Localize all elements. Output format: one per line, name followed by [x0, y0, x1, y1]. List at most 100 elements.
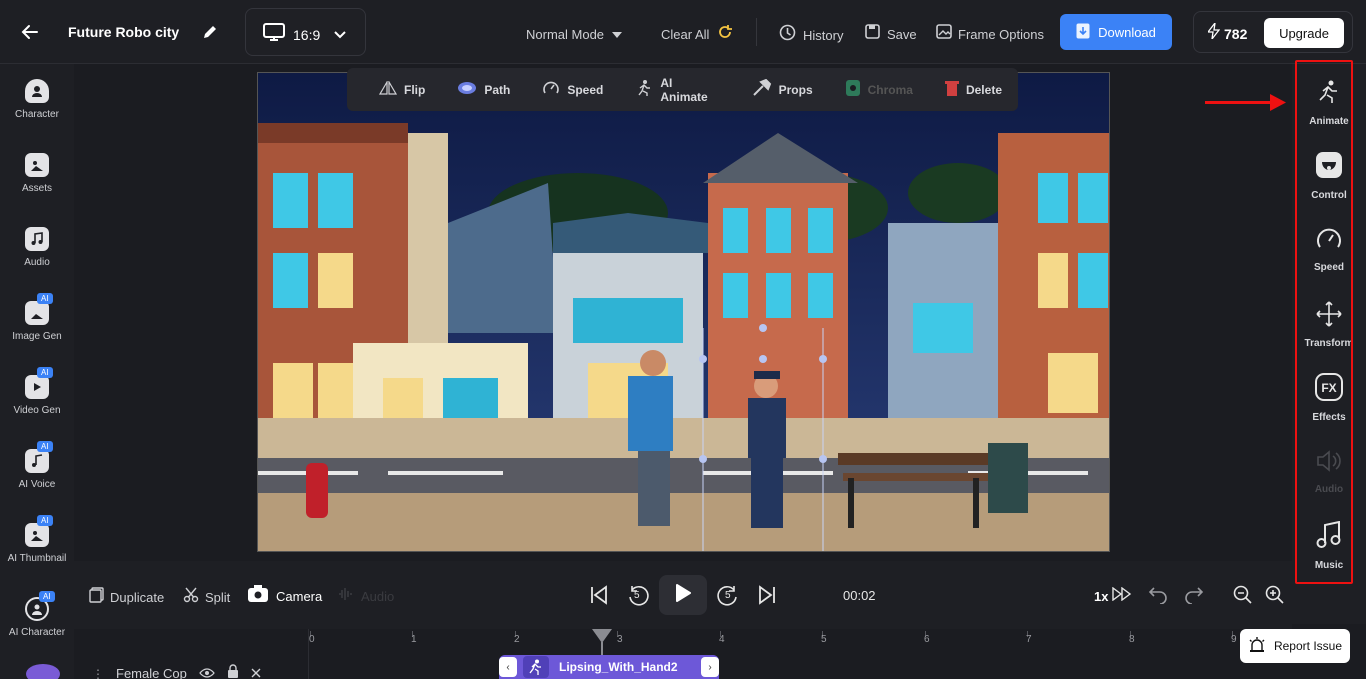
flip-button[interactable]: Flip [347, 79, 441, 98]
ai-thumbnail-icon: AI [25, 515, 53, 547]
chevron-down-icon [334, 26, 346, 44]
sidebar-label: Character [15, 109, 59, 120]
forward-5-button[interactable]: 5 [716, 584, 740, 608]
drag-handle-icon[interactable]: ⋮ [92, 667, 104, 679]
path-button[interactable]: Path [441, 80, 526, 99]
history-label: History [803, 27, 844, 43]
sidebar-item-ai-thumbnail[interactable]: AI AI Thumbnail [0, 515, 74, 564]
save-icon [865, 24, 880, 44]
play-icon [675, 583, 691, 607]
duplicate-label: Duplicate [110, 590, 165, 605]
download-button[interactable]: Download [1060, 14, 1172, 50]
sidebar-item-ai-voice[interactable]: AI AI Voice [0, 441, 74, 490]
duplicate-button[interactable]: Duplicate [89, 587, 164, 608]
project-title[interactable]: Future Robo city [68, 24, 179, 40]
path-label: Path [484, 82, 511, 97]
path-icon [457, 80, 477, 99]
track-header[interactable]: ⋮ Female Cop [92, 664, 261, 679]
running-figure-icon [523, 656, 549, 678]
annotation-arrow-shaft [1205, 101, 1279, 104]
playhead[interactable] [590, 629, 614, 643]
chroma-label: Chroma [867, 82, 913, 97]
video-gen-icon: AI [25, 367, 53, 399]
lightning-icon [1206, 20, 1221, 44]
playback-speed-button[interactable]: 1x [1094, 586, 1132, 606]
frame-icon [936, 24, 952, 44]
sidebar-item-assets[interactable]: Assets [0, 153, 74, 194]
back-arrow-icon[interactable] [20, 22, 40, 47]
trash-icon [944, 79, 959, 100]
undo-icon[interactable] [1148, 586, 1168, 609]
pencil-icon[interactable] [202, 24, 218, 45]
sidebar-item-partial[interactable] [26, 664, 60, 679]
mode-dropdown[interactable]: Normal Mode [526, 25, 623, 43]
skip-to-end-icon[interactable] [757, 585, 777, 610]
delete-button[interactable]: Delete [929, 79, 1018, 100]
sidebar-label: Assets [21, 183, 52, 194]
timeline-clip[interactable]: ‹ Lipsing_With_Hand2 › [499, 655, 719, 679]
ruler-label: 7 [1026, 634, 1032, 645]
rewind-5-button[interactable]: 5 [626, 584, 650, 608]
lock-icon[interactable] [227, 664, 239, 679]
redo-icon[interactable] [1184, 586, 1204, 609]
ai-animate-button[interactable]: AI Animate [619, 76, 735, 104]
fast-forward-icon [1112, 586, 1132, 606]
report-issue-button[interactable]: Report Issue [1240, 629, 1350, 663]
camera-button[interactable]: Camera [248, 585, 322, 608]
frame-options-button[interactable]: Frame Options [936, 24, 1044, 44]
upgrade-button[interactable]: Upgrade [1264, 18, 1344, 48]
duplicate-icon [89, 587, 104, 608]
sidebar-label: Audio [24, 257, 50, 268]
rewind-seconds: 5 [634, 590, 640, 601]
ruler-label: 4 [719, 634, 725, 645]
sidebar-item-character[interactable]: Character [0, 79, 74, 120]
ai-badge: AI [37, 367, 53, 378]
clip-left-handle-icon[interactable]: ‹ [499, 657, 517, 677]
save-label: Save [887, 26, 917, 42]
sidebar-label: AI Character [8, 627, 66, 638]
sidebar-item-image-gen[interactable]: AI Image Gen [0, 293, 74, 342]
sidebar-item-video-gen[interactable]: AI Video Gen [0, 367, 74, 416]
ai-voice-icon: AI [25, 441, 53, 473]
ruler-label: 0 [309, 634, 315, 645]
scissors-icon [183, 587, 199, 608]
close-icon[interactable] [251, 665, 261, 679]
speed-button[interactable]: Speed [526, 79, 619, 100]
ai-character-icon: AI [25, 591, 55, 621]
camera-label: Camera [276, 589, 323, 604]
sidebar-item-audio[interactable]: Audio [0, 227, 74, 268]
hammer-icon [752, 78, 772, 100]
download-icon [1076, 23, 1090, 42]
sidebar-item-ai-character[interactable]: AI AI Character [0, 591, 74, 638]
download-label: Download [1098, 24, 1156, 40]
track-name: Female Cop [116, 666, 187, 679]
clear-all-button[interactable]: Clear All [661, 24, 733, 45]
save-button[interactable]: Save [865, 24, 917, 44]
annotation-arrow-head [1270, 94, 1286, 116]
eye-icon[interactable] [199, 665, 215, 679]
chroma-button[interactable]: Chroma [829, 79, 929, 100]
character-icon [25, 79, 49, 103]
sidebar-label: AI Thumbnail [7, 553, 67, 564]
scene-canvas[interactable] [257, 72, 1110, 552]
zoom-in-icon[interactable] [1265, 585, 1285, 610]
audio-button[interactable]: Audio [337, 587, 394, 606]
zoom-out-icon[interactable] [1233, 585, 1253, 610]
current-time: 00:02 [843, 588, 876, 603]
ruler-label: 5 [821, 634, 827, 645]
split-button[interactable]: Split [183, 587, 230, 608]
chroma-icon [845, 79, 861, 100]
ruler-label: 3 [617, 634, 623, 645]
skip-to-start-icon[interactable] [589, 585, 609, 610]
clip-right-handle-icon[interactable]: › [701, 657, 719, 677]
audio-label: Audio [361, 589, 395, 604]
flip-icon [378, 79, 398, 98]
assets-icon [25, 153, 49, 177]
forward-seconds: 5 [725, 590, 731, 601]
play-button[interactable] [659, 575, 707, 615]
ruler-label: 1 [411, 634, 417, 645]
floating-toolbar: Flip Path Speed AI Animate Props Chroma … [347, 68, 1018, 111]
props-button[interactable]: Props [736, 78, 829, 100]
history-icon [779, 24, 796, 46]
history-button[interactable]: History [779, 24, 843, 46]
